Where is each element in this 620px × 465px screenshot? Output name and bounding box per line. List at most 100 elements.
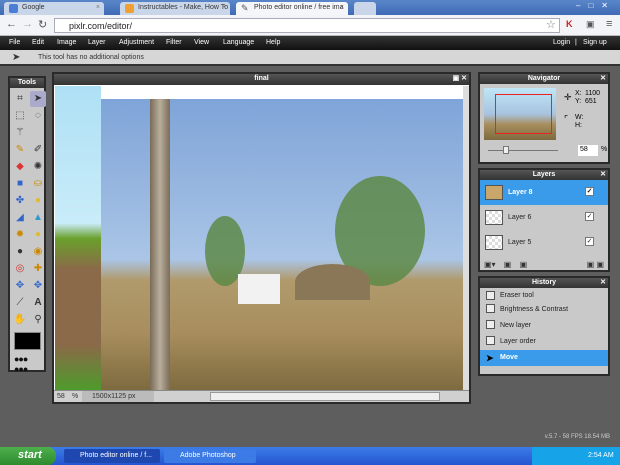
- taskbar-label: Photo editor online / f...: [80, 452, 152, 459]
- login-link[interactable]: Login: [553, 39, 570, 46]
- system-tray: 2:54 AM: [532, 447, 620, 465]
- menu-image[interactable]: Image: [57, 39, 76, 46]
- signup-link[interactable]: Sign up: [583, 39, 607, 46]
- pencil-tool-icon[interactable]: ✎: [12, 142, 28, 158]
- image-canvas[interactable]: [55, 86, 464, 391]
- layer-item[interactable]: Layer 6 ✓: [480, 205, 608, 230]
- move-icon: ➤: [486, 353, 494, 363]
- color-swatch[interactable]: [14, 332, 41, 350]
- blur-tool-icon[interactable]: ▲: [30, 210, 46, 226]
- menu-layer[interactable]: Layer: [88, 39, 106, 46]
- history-label: Brightness & Contrast: [500, 306, 569, 313]
- url-input[interactable]: pixlr.com/editor/: [54, 18, 560, 33]
- text-tool-icon[interactable]: A: [30, 295, 46, 311]
- start-button[interactable]: start: [0, 447, 56, 465]
- menu-adjustment[interactable]: Adjustment: [119, 39, 154, 46]
- menu-view[interactable]: View: [194, 39, 209, 46]
- dodge-tool-icon[interactable]: ●: [30, 227, 46, 243]
- eraser-tool-icon[interactable]: ◆: [12, 159, 28, 175]
- navigator-thumbnail[interactable]: [484, 88, 556, 140]
- history-item[interactable]: Brightness & Contrast: [480, 302, 608, 318]
- picker-tool-icon[interactable]: ⟋: [12, 295, 28, 311]
- close-icon[interactable]: ✕: [600, 74, 606, 84]
- menu-edit[interactable]: Edit: [32, 39, 44, 46]
- drawing-tool-icon[interactable]: ◢: [12, 210, 28, 226]
- zoom-slider[interactable]: [488, 146, 558, 154]
- layer-item[interactable]: Layer 8 ✓: [480, 180, 608, 205]
- red-eye-icon[interactable]: ◉: [30, 244, 46, 260]
- star-icon[interactable]: ☆: [546, 18, 556, 31]
- menu-bar: File Edit Image Layer Adjustment Filter …: [0, 36, 620, 50]
- taskbar-item-chrome[interactable]: Photo editor online / f...: [64, 449, 160, 463]
- sponge-tool-icon[interactable]: ✹: [12, 227, 28, 243]
- menu-icon[interactable]: ≡: [606, 18, 612, 30]
- history-title: History: [531, 279, 557, 286]
- layer-thumbnail: [485, 185, 503, 200]
- move-tool-icon[interactable]: ➤: [30, 91, 46, 107]
- vertical-scrollbar[interactable]: [463, 86, 469, 391]
- zoom-tool-icon[interactable]: ⚲: [30, 312, 46, 328]
- layer-item[interactable]: Layer 5 ✓: [480, 230, 608, 255]
- tab-instructables[interactable]: Instructables - Make, How To ×: [120, 2, 230, 15]
- history-item[interactable]: Eraser tool: [480, 289, 608, 302]
- view-rectangle[interactable]: [495, 94, 552, 134]
- close-icon[interactable]: ×: [222, 4, 226, 11]
- white-wall: [238, 274, 280, 304]
- horizontal-scrollbar[interactable]: [210, 392, 440, 401]
- close-icon[interactable]: ×: [96, 4, 100, 11]
- extension-icon[interactable]: K: [566, 19, 573, 29]
- google-icon: [9, 4, 18, 13]
- close-icon[interactable]: ✕: [600, 278, 606, 288]
- close-icon[interactable]: ▣ ✕: [453, 74, 467, 84]
- layout-icon[interactable]: ●●● ●●●: [14, 354, 28, 374]
- eye-tool-icon[interactable]: ◎: [12, 261, 28, 277]
- slider-handle[interactable]: [503, 146, 509, 154]
- visibility-checkbox[interactable]: ✓: [585, 237, 594, 246]
- canvas-title: final: [254, 75, 269, 82]
- wand-tool-icon[interactable]: ⚚: [12, 125, 28, 141]
- back-icon[interactable]: ←: [6, 18, 17, 30]
- tab-google[interactable]: Google ×: [4, 2, 104, 15]
- canvas-titlebar: final ▣ ✕: [54, 74, 469, 85]
- visibility-checkbox[interactable]: ✓: [585, 212, 594, 221]
- history-item[interactable]: Layer order: [480, 334, 608, 350]
- spot-heal-icon[interactable]: ✚: [30, 261, 46, 277]
- pinch-tool-icon[interactable]: ✥: [12, 278, 28, 294]
- hand-tool-icon[interactable]: ✋: [12, 312, 28, 328]
- tab-pixlr[interactable]: ✎ Photo editor online / free ima ×: [236, 2, 348, 15]
- zoom-input[interactable]: 58: [578, 145, 598, 156]
- menu-help[interactable]: Help: [266, 39, 280, 46]
- brush-tool-icon[interactable]: ✐: [30, 142, 46, 158]
- close-icon[interactable]: ×: [340, 4, 344, 11]
- hut: [295, 264, 370, 300]
- menu-language[interactable]: Language: [223, 39, 254, 46]
- marquee-tool-icon[interactable]: ⬚: [12, 108, 28, 124]
- spray-tool-icon[interactable]: ✺: [30, 159, 46, 175]
- zoom-value[interactable]: 58: [57, 393, 65, 400]
- bloat-tool-icon[interactable]: ✥: [30, 278, 46, 294]
- lasso-tool-icon[interactable]: ◌: [30, 108, 46, 124]
- taskbar-label: Adobe Photoshop: [180, 452, 236, 459]
- forward-icon[interactable]: →: [22, 18, 33, 30]
- crop-tool-icon[interactable]: ⌗: [12, 91, 28, 107]
- menu-filter[interactable]: Filter: [166, 39, 182, 46]
- menu-file[interactable]: File: [9, 39, 20, 46]
- history-label: Eraser tool: [500, 292, 534, 299]
- visibility-checkbox[interactable]: ✓: [585, 187, 594, 196]
- history-item[interactable]: ➤ Move: [480, 350, 608, 366]
- gradient-tool-icon[interactable]: ■: [12, 176, 28, 192]
- layer-delete-icons[interactable]: ▣ ▣: [587, 260, 604, 269]
- burn-tool-icon[interactable]: ●: [12, 244, 28, 260]
- bucket-tool-icon[interactable]: ⛀: [30, 176, 46, 192]
- reload-icon[interactable]: ↻: [38, 18, 47, 31]
- adjust-icon: [486, 304, 495, 313]
- extension-icon[interactable]: ▣: [586, 19, 595, 30]
- clone-tool-icon[interactable]: ✤: [12, 193, 28, 209]
- layer-actions-toolbar[interactable]: ▣▾ ▣ ▣: [484, 260, 527, 269]
- history-item[interactable]: New layer: [480, 318, 608, 334]
- color-replace-icon[interactable]: ●: [30, 193, 46, 209]
- new-tab-button[interactable]: [354, 2, 376, 15]
- window-controls[interactable]: –□✕: [576, 1, 616, 10]
- close-icon[interactable]: ✕: [600, 170, 606, 180]
- taskbar-item-photoshop[interactable]: Adobe Photoshop: [164, 449, 256, 463]
